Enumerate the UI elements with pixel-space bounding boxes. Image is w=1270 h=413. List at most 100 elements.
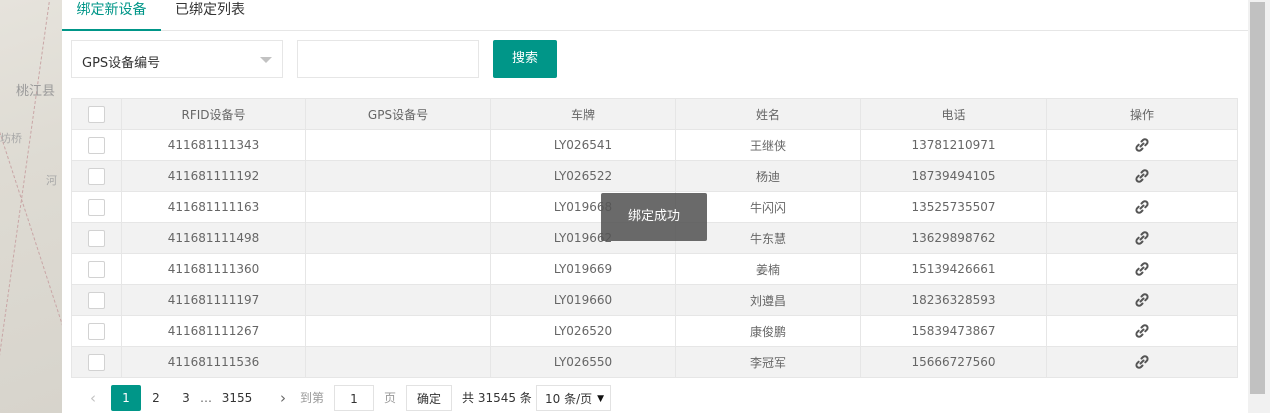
plate-cell: LY026550: [490, 346, 676, 378]
plate-cell: LY026520: [490, 315, 676, 347]
toast-message: 绑定成功: [601, 193, 707, 241]
caret-down-icon: [260, 57, 272, 63]
table-body: 411681111343 LY026541 王继侠 13781210971 411681…: [71, 129, 1238, 378]
plate-cell: LY026541: [490, 129, 676, 161]
chevron-left-icon[interactable]: ‹: [84, 385, 102, 411]
action-cell: [1046, 253, 1238, 285]
row-select-cell: [71, 253, 122, 285]
link-icon[interactable]: [1134, 323, 1150, 339]
caret-down-icon: ▼: [597, 394, 604, 404]
name-cell: 刘遵昌: [675, 284, 861, 316]
bind-device-panel: 绑定新设备 已绑定列表 GPS设备编号 搜索 RFID设备号 GPS设备号 车牌…: [62, 0, 1248, 413]
page-unit-label: 页: [384, 391, 397, 405]
map-label-taojiang: 桃江县: [16, 84, 56, 99]
link-icon[interactable]: [1134, 230, 1150, 246]
link-icon[interactable]: [1134, 199, 1150, 215]
column-header-name: 姓名: [675, 98, 861, 130]
column-header-plate: 车牌: [490, 98, 676, 130]
tab-bind-new-device[interactable]: 绑定新设备: [62, 0, 161, 31]
row-select-cell: [71, 129, 122, 161]
name-cell: 王继侠: [675, 129, 861, 161]
page-button-2[interactable]: 2: [141, 385, 171, 411]
table-row: 411681111343 LY026541 王继侠 13781210971: [71, 129, 1238, 161]
column-header-action: 操作: [1046, 98, 1238, 130]
goto-confirm-button[interactable]: 确定: [406, 385, 452, 411]
phone-cell: 13629898762: [860, 222, 1047, 254]
row-select-cell: [71, 284, 122, 316]
row-checkbox[interactable]: [88, 322, 105, 340]
row-checkbox[interactable]: [88, 291, 105, 309]
action-cell: [1046, 346, 1238, 378]
table-row: 411681111360 LY019669 姜楠 15139426661: [71, 253, 1238, 285]
name-cell: 李冠军: [675, 346, 861, 378]
table-row: 411681111267 LY026520 康俊鹏 15839473867: [71, 315, 1238, 347]
phone-cell: 13781210971: [860, 129, 1047, 161]
row-checkbox[interactable]: [88, 229, 105, 247]
plate-cell: LY026522: [490, 160, 676, 192]
tab-bar: 绑定新设备 已绑定列表: [62, 0, 1248, 31]
tab-bound-list[interactable]: 已绑定列表: [175, 0, 245, 31]
column-header-phone: 电话: [860, 98, 1047, 130]
table-row: 411681111536 LY026550 李冠军 15666727560: [71, 346, 1238, 378]
page-button-last[interactable]: 3155: [217, 385, 257, 411]
chevron-right-icon[interactable]: ›: [274, 385, 292, 411]
rfid-cell: 411681111192: [121, 160, 306, 192]
gps-cell: [305, 315, 491, 347]
search-input[interactable]: [297, 40, 479, 78]
table-header-row: RFID设备号 GPS设备号 车牌 姓名 电话 操作: [71, 98, 1238, 130]
vertical-scrollbar[interactable]: [1248, 0, 1270, 413]
gps-cell: [305, 222, 491, 254]
phone-cell: 15839473867: [860, 315, 1047, 347]
map-road: [0, 127, 62, 413]
gps-cell: [305, 346, 491, 378]
row-select-cell: [71, 191, 122, 223]
rfid-cell: 411681111267: [121, 315, 306, 347]
rfid-cell: 411681111360: [121, 253, 306, 285]
name-cell: 杨迪: [675, 160, 861, 192]
column-header-rfid: RFID设备号: [121, 98, 306, 130]
phone-cell: 18236328593: [860, 284, 1047, 316]
table-row: 411681111192 LY026522 杨迪 18739494105: [71, 160, 1238, 192]
search-field-select[interactable]: GPS设备编号: [71, 40, 283, 78]
link-icon[interactable]: [1134, 168, 1150, 184]
map-label-river: 河: [46, 174, 57, 187]
row-select-cell: [71, 222, 122, 254]
phone-cell: 13525735507: [860, 191, 1047, 223]
action-cell: [1046, 129, 1238, 161]
link-icon[interactable]: [1134, 137, 1150, 153]
page-ellipsis: …: [200, 391, 212, 405]
row-checkbox[interactable]: [88, 167, 105, 185]
rfid-cell: 411681111343: [121, 129, 306, 161]
phone-cell: 15139426661: [860, 253, 1047, 285]
rfid-cell: 411681111197: [121, 284, 306, 316]
page-size-select[interactable]: 10 条/页 ▼: [536, 385, 611, 411]
search-button[interactable]: 搜索: [493, 40, 557, 78]
link-icon[interactable]: [1134, 292, 1150, 308]
name-cell: 康俊鹏: [675, 315, 861, 347]
page-size-value: 10 条/页: [545, 392, 593, 406]
phone-cell: 18739494105: [860, 160, 1047, 192]
row-checkbox[interactable]: [88, 136, 105, 154]
rfid-cell: 411681111498: [121, 222, 306, 254]
row-checkbox[interactable]: [88, 198, 105, 216]
column-header-gps: GPS设备号: [305, 98, 491, 130]
scrollbar-thumb[interactable]: [1250, 2, 1265, 394]
link-icon[interactable]: [1134, 261, 1150, 277]
rfid-cell: 411681111536: [121, 346, 306, 378]
action-cell: [1046, 284, 1238, 316]
row-select-cell: [71, 346, 122, 378]
row-checkbox[interactable]: [88, 353, 105, 371]
row-select-cell: [71, 315, 122, 347]
goto-label: 到第: [300, 391, 325, 405]
select-all-checkbox[interactable]: [88, 105, 105, 123]
rfid-cell: 411681111163: [121, 191, 306, 223]
page-button-3[interactable]: 3: [171, 385, 201, 411]
row-checkbox[interactable]: [88, 260, 105, 278]
name-cell: 姜楠: [675, 253, 861, 285]
gps-cell: [305, 129, 491, 161]
page-button-1[interactable]: 1: [111, 385, 141, 411]
link-icon[interactable]: [1134, 354, 1150, 370]
row-select-cell: [71, 160, 122, 192]
goto-page-input[interactable]: 1: [334, 385, 374, 411]
background-map: 桃江县 坊桥 河: [0, 0, 62, 413]
